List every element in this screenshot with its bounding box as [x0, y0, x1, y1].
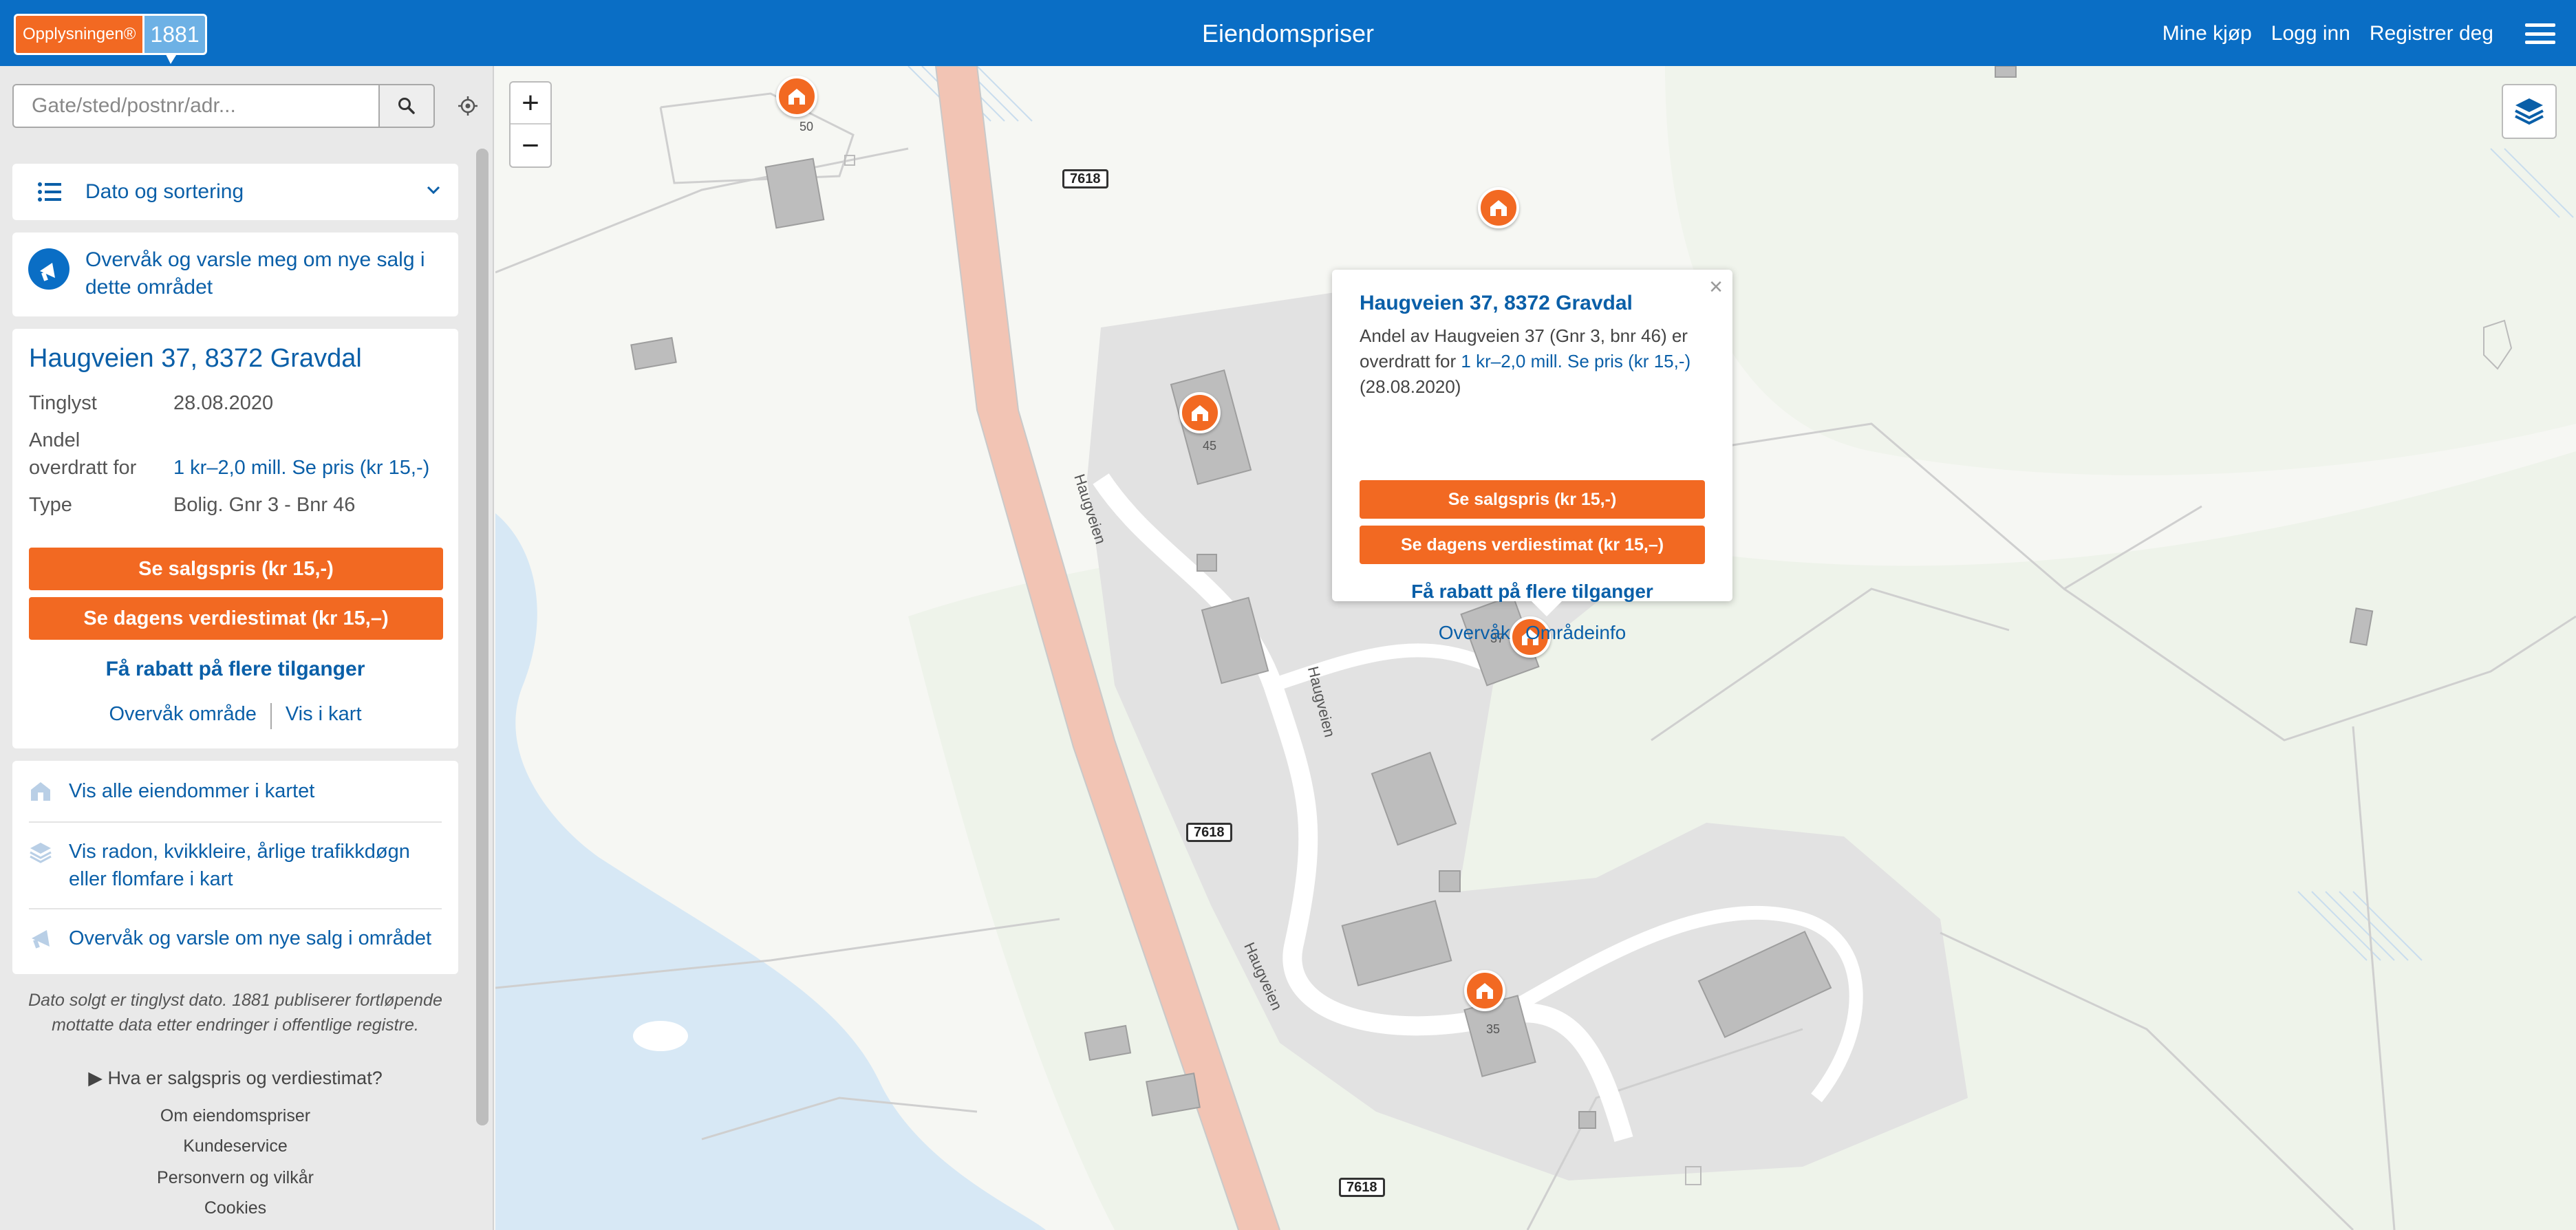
footer-link-privacy[interactable]: Personvern og vilkår	[12, 1168, 458, 1188]
watch-area-card[interactable]: Overvåk og varsle meg om nye salg i dett…	[12, 233, 458, 316]
vegetation-area	[1665, 66, 2576, 475]
house-icon	[1490, 200, 1507, 216]
link-divider	[270, 703, 272, 729]
popup-watch-link[interactable]: Overvåk	[1439, 622, 1510, 644]
watch-area-label: Overvåk og varsle meg om nye salg i dett…	[85, 248, 425, 299]
sidebar: Dato og sortering Overvåk og varsle meg …	[0, 66, 494, 1230]
list-item-label: Vis alle eiendommer i kartet	[69, 780, 315, 802]
nav-mine-kjop[interactable]: Mine kjøp	[2162, 22, 2252, 45]
list-item-watch[interactable]: Overvåk og varsle om nye salg i området	[29, 925, 442, 952]
popup-price-link[interactable]: 1 kr–2,0 mill. Se pris (kr 15,-)	[1461, 351, 1690, 371]
scrollbar-thumb[interactable]	[476, 149, 489, 1125]
zoom-in-button[interactable]: +	[511, 83, 550, 125]
what-is-price-toggle[interactable]: ▶ Hva er salgspris og verdiestimat?	[12, 1068, 458, 1089]
property-card: Haugveien 37, 8372 Gravdal Tinglyst 28.0…	[12, 329, 458, 748]
header-nav: Mine kjøp Logg inn Registrer deg	[2162, 22, 2493, 45]
disclaimer-text: Dato solgt er tinglyst dato. 1881 publis…	[28, 991, 442, 1035]
list-item-label: Overvåk og varsle om nye salg i området	[69, 927, 432, 949]
crosshair-icon	[458, 96, 477, 116]
search-bar	[12, 84, 480, 128]
see-value-estimate-button[interactable]: Se dagens verdiestimat (kr 15,–)	[29, 597, 443, 640]
sidebar-scrollbar[interactable]	[476, 149, 489, 1125]
menu-icon[interactable]	[2525, 23, 2555, 44]
zoom-out-button[interactable]: −	[511, 125, 550, 166]
footer-link-about[interactable]: Om eiendomspriser	[12, 1106, 458, 1126]
chevron-down-icon	[427, 186, 440, 195]
property-links: Overvåk område Vis i kart	[12, 703, 458, 729]
house-icon	[1192, 405, 1208, 421]
property-marker-45[interactable]	[1179, 392, 1221, 433]
road-shield-7618: 7618	[1186, 823, 1232, 842]
island	[633, 1021, 688, 1051]
road-shield-7618: 7618	[1339, 1178, 1385, 1197]
locate-me-button[interactable]	[453, 91, 483, 121]
tinglyst-label: Tinglyst	[29, 392, 97, 414]
popup-see-sale-price-button[interactable]: Se salgspris (kr 15,-)	[1360, 480, 1705, 519]
close-icon[interactable]: ×	[1709, 274, 1723, 301]
see-sale-price-button[interactable]: Se salgspris (kr 15,-)	[29, 548, 443, 590]
zoom-controls: + −	[509, 81, 552, 168]
search-button[interactable]	[380, 84, 435, 128]
property-marker-50[interactable]	[776, 76, 817, 117]
nav-registrer-deg[interactable]: Registrer deg	[2370, 22, 2493, 45]
property-marker-35[interactable]	[1464, 970, 1505, 1011]
discount-link[interactable]: Få rabatt på flere tilganger	[12, 658, 458, 681]
type-label: Type	[29, 494, 72, 516]
list-icon	[38, 182, 61, 202]
list-item-show-all[interactable]: Vis alle eiendommer i kartet	[29, 777, 442, 805]
megaphone-icon	[32, 930, 50, 949]
footer-link-support[interactable]: Kundeservice	[12, 1136, 458, 1156]
map-view[interactable]: 7618 7618 7618 Haugveien Haugveien Haugv…	[495, 66, 2576, 1230]
house-number: 35	[1486, 1022, 1501, 1036]
layers-button[interactable]	[2502, 84, 2557, 139]
house-icon	[1477, 983, 1493, 999]
popup-links: Overvåk Områdeinfo	[1332, 622, 1732, 644]
popup-area-info-link[interactable]: Områdeinfo	[1525, 622, 1626, 644]
layers-icon	[2515, 98, 2544, 125]
house-number: 45	[1203, 439, 1217, 453]
road-shield-7618: 7618	[1062, 169, 1108, 188]
nav-logg-inn[interactable]: Logg inn	[2271, 22, 2350, 45]
top-header: Opplysningen® 1881 Eiendomspriser Mine k…	[0, 0, 2576, 66]
andel-label-line2: overdratt for	[29, 457, 137, 479]
house-icon	[788, 89, 805, 105]
popup-text-after: (28.08.2020)	[1360, 376, 1461, 397]
list-divider	[29, 821, 442, 823]
show-in-map-link[interactable]: Vis i kart	[286, 703, 362, 729]
popup-description: Andel av Haugveien 37 (Gnr 3, bnr 46) er…	[1360, 323, 1710, 400]
house-number: 50	[799, 120, 814, 133]
megaphone-icon	[28, 248, 69, 290]
property-marker[interactable]	[1478, 187, 1519, 228]
tinglyst-value: 28.08.2020	[173, 392, 274, 414]
sort-dropdown[interactable]: Dato og sortering	[12, 164, 458, 220]
popup-title[interactable]: Haugveien 37, 8372 Gravdal	[1360, 292, 1633, 315]
popup-see-value-estimate-button[interactable]: Se dagens verdiestimat (kr 15,–)	[1360, 526, 1705, 564]
sort-label: Dato og sortering	[85, 180, 244, 203]
watch-area-link[interactable]: Overvåk område	[109, 703, 256, 729]
andel-price-link[interactable]: 1 kr–2,0 mill. Se pris (kr 15,-)	[173, 457, 429, 479]
search-input[interactable]	[12, 84, 380, 128]
type-value: Bolig. Gnr 3 - Bnr 46	[173, 494, 356, 516]
popup-discount-link[interactable]: Få rabatt på flere tilganger	[1332, 581, 1732, 603]
list-divider	[29, 908, 442, 909]
property-popup: × Haugveien 37, 8372 Gravdal Andel av Ha…	[1332, 270, 1732, 643]
property-title[interactable]: Haugveien 37, 8372 Gravdal	[29, 344, 362, 374]
actions-list: Vis alle eiendommer i kartet Vis radon, …	[12, 761, 458, 974]
search-icon	[398, 98, 415, 114]
list-item-radon[interactable]: Vis radon, kvikkleire, årlige trafikkdøg…	[29, 838, 442, 893]
layers-icon	[30, 843, 52, 863]
footer-link-cookies[interactable]: Cookies	[12, 1198, 458, 1218]
list-item-label: Vis radon, kvikkleire, årlige trafikkdøg…	[69, 841, 410, 890]
house-outline-icon	[31, 782, 50, 801]
andel-label-line1: Andel	[29, 429, 80, 451]
